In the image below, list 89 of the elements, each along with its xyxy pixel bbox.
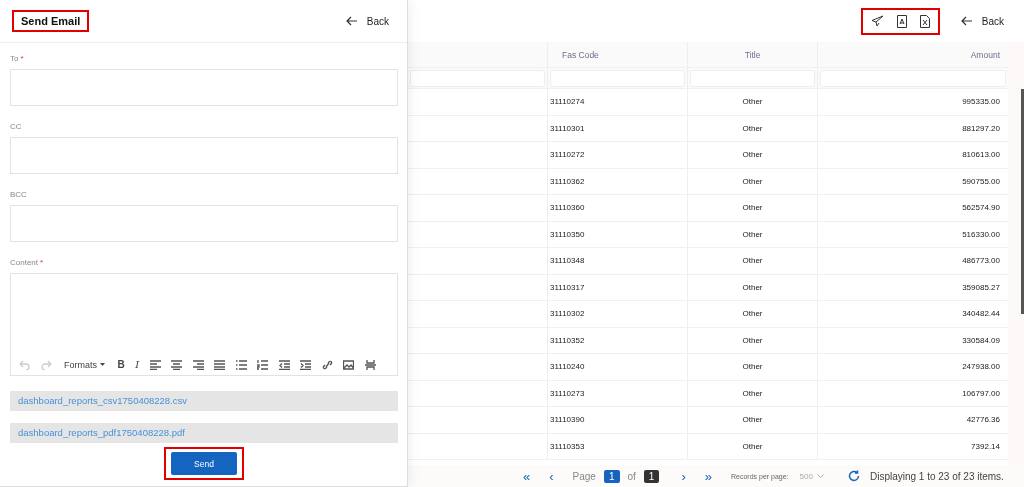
arrow-left-icon (345, 16, 358, 26)
table-cell: 359085.27 (962, 282, 1000, 292)
bold-button[interactable]: B (117, 359, 125, 370)
field-label: Content * (10, 258, 45, 267)
indent-icon[interactable] (300, 359, 312, 370)
paper-plane-icon[interactable] (870, 15, 884, 27)
table-cell: 31110350 (550, 229, 585, 239)
table-cell: Other (742, 123, 763, 133)
table-cell: 31110360 (550, 203, 585, 213)
align-center-icon[interactable] (171, 359, 183, 370)
bullets-icon[interactable] (235, 359, 247, 370)
table-cell: Other (742, 282, 763, 292)
table-cell: 31110390 (550, 415, 585, 425)
next-page-button[interactable]: › (681, 468, 686, 484)
table-cell: Other (742, 335, 763, 345)
field-label: BCC (10, 190, 28, 199)
align-right-icon[interactable] (192, 359, 204, 370)
table-cell: Other (742, 203, 763, 213)
column-header[interactable]: Amount (970, 49, 1000, 60)
excel-file-icon[interactable] (919, 14, 930, 28)
table-cell: 590755.00 (962, 176, 1000, 186)
page-label: Page (572, 470, 596, 482)
previous-page-button[interactable]: ‹ (549, 468, 554, 484)
column-header[interactable]: Title (744, 49, 761, 60)
back-button[interactable]: Back (960, 15, 1004, 27)
table-cell: 31110301 (550, 123, 585, 133)
table-cell: 330584.09 (962, 335, 1000, 345)
content-editor[interactable]: Formats B I (10, 273, 398, 376)
table-cell: 31110273 (550, 388, 585, 398)
input-field[interactable] (10, 137, 398, 174)
last-page-button[interactable]: » (704, 468, 712, 484)
table-cell: Other (742, 150, 763, 160)
table-cell: 31110362 (550, 176, 585, 186)
input-field[interactable] (10, 69, 398, 106)
refresh-icon[interactable] (847, 470, 860, 482)
numbers-icon[interactable] (257, 359, 269, 370)
image-icon[interactable] (343, 359, 355, 370)
table-cell: Other (742, 309, 763, 319)
items-summary: Displaying 1 to 23 of 23 items. (869, 470, 1004, 482)
align-left-icon[interactable] (149, 359, 161, 370)
table-cell: 7392.14 (971, 441, 1000, 451)
column-header[interactable]: Fas Code (562, 49, 599, 60)
table-cell: 31110302 (550, 309, 585, 319)
input-field[interactable] (10, 205, 398, 242)
table-cell: 31110272 (550, 150, 585, 160)
of-label: of (627, 470, 636, 482)
filter-field[interactable] (410, 69, 545, 87)
table-cell: 995335.00 (962, 97, 1000, 107)
table-cell: Other (742, 229, 763, 239)
current-page-field[interactable]: 1 (603, 469, 620, 483)
table-cell: Other (742, 256, 763, 266)
justify-icon[interactable] (214, 359, 226, 370)
table-cell: 562574.90 (962, 203, 1000, 213)
caret-icon (100, 363, 105, 366)
table-cell: 881297.20 (962, 123, 1000, 133)
link-icon[interactable] (321, 359, 333, 370)
pagebreak-icon[interactable] (364, 359, 376, 370)
formats-button[interactable]: Formats (64, 359, 105, 370)
table-cell: Other (742, 441, 763, 451)
arrow-left-icon (960, 16, 973, 26)
chevron-down-icon (816, 474, 824, 478)
table-cell: 340482.44 (962, 309, 1000, 319)
table-cell: 31110240 (550, 362, 585, 372)
italic-button[interactable]: I (135, 359, 140, 370)
table-cell: 31110352 (550, 335, 585, 345)
outdent-icon[interactable] (278, 359, 290, 370)
pdf-file-icon[interactable] (896, 14, 907, 28)
drawer-title: Send Email (12, 10, 90, 32)
send-button[interactable]: Send (171, 452, 237, 475)
first-page-button[interactable]: « (523, 468, 531, 484)
table-cell: 486773.00 (962, 256, 1000, 266)
table-cell: 516330.00 (962, 229, 1000, 239)
table-cell: Other (742, 97, 763, 107)
table-cell: Other (742, 176, 763, 186)
field-label: To * (10, 54, 25, 63)
table-cell: 31110317 (550, 282, 585, 292)
table-cell: 106797.00 (962, 388, 1000, 398)
table-cell: 31110274 (550, 97, 585, 107)
table-cell: 31110348 (550, 256, 585, 266)
table-cell: 810613.00 (962, 150, 1000, 160)
back-button[interactable]: Back (345, 15, 389, 27)
table-cell: 42776.36 (966, 415, 1000, 425)
table-cell: 247938.00 (962, 362, 1000, 372)
field-label: CC (10, 122, 23, 131)
table-cell: Other (742, 388, 763, 398)
table-cell: Other (742, 415, 763, 425)
table-cell: 31110353 (550, 441, 585, 451)
total-pages-badge: 1 (643, 469, 660, 483)
table-cell: Other (742, 362, 763, 372)
